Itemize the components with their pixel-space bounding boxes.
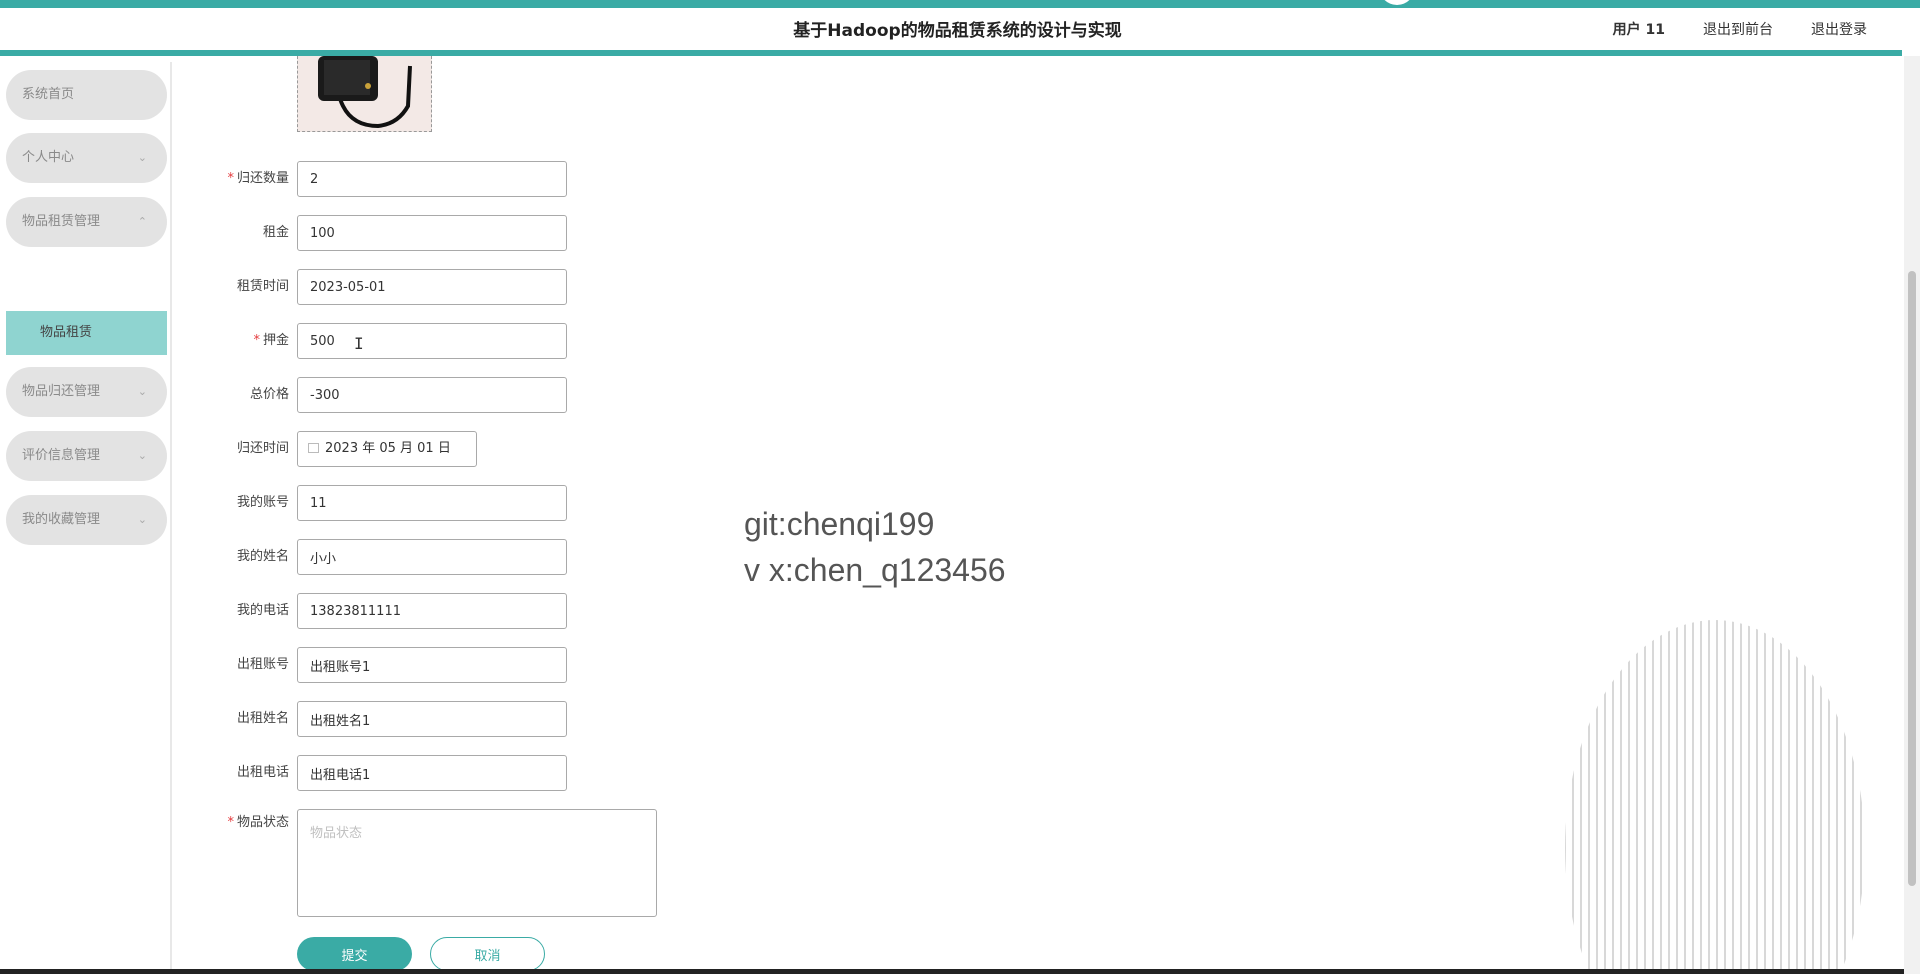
header-actions: 用户 11 退出到前台 退出登录 [1613,19,1867,39]
sidebar-item-rental-management[interactable]: 物品租赁管理 ⌃ [6,197,167,247]
form-row-my-name: 我的姓名 [180,539,780,575]
product-image[interactable] [297,56,432,132]
field-label: * 押金 [253,333,289,348]
field-label: 出租电话 [236,765,289,780]
return-quantity-input[interactable] [297,161,567,197]
field-label: * 物品状态 [227,815,289,830]
sidebar-item-label: 我的收藏管理 [22,512,101,527]
top-accent-strip [0,0,1920,8]
form-row-my-phone: 我的电话 [180,593,780,629]
field-label: 总价格 [249,387,289,402]
calendar-icon [308,443,319,453]
chevron-down-icon: ⌄ [137,449,147,462]
scrollbar-thumb[interactable] [1908,271,1916,886]
header: 基于Hadoop的物品租赁系统的设计与实现 用户 11 退出到前台 退出登录 [0,8,1902,56]
watermark-text: git:chenqi199 v x:chen_q123456 [744,501,1006,593]
logout-link[interactable]: 退出登录 [1811,19,1867,39]
field-label: 出租姓名 [236,711,289,726]
rent-input[interactable] [297,215,567,251]
user-name: 用户 11 [1612,22,1665,38]
form-row-deposit: * 押金 [180,323,780,359]
sidebar-item-review-management[interactable]: 评价信息管理 ⌄ [6,431,167,481]
chevron-up-icon: ⌃ [137,215,147,228]
sidebar-item-return-management[interactable]: 物品归还管理 ⌄ [6,367,167,417]
form-row-return-quantity: * 归还数量 [180,161,780,197]
vertical-scrollbar[interactable] [1904,56,1920,974]
sidebar-item-favorites-management[interactable]: 我的收藏管理 ⌄ [6,495,167,545]
sidebar-item-label: 评价信息管理 [22,448,101,463]
lender-name-input[interactable] [297,701,567,737]
sidebar-item-profile[interactable]: 个人中心 ⌄ [6,133,167,183]
form-row-return-time: 归还时间 2023 年 05 月 01 日 [180,431,780,467]
lender-phone-input[interactable] [297,755,567,791]
form-row-my-account: 我的账号 [180,485,780,521]
chevron-down-icon: ⌄ [137,385,147,398]
field-label: 租金 [262,225,289,240]
field-label: 归还时间 [236,441,289,456]
form-row-lender-phone: 出租电话 [180,755,780,791]
sidebar-item-home[interactable]: 系统首页 [6,70,167,120]
return-time-datepicker[interactable]: 2023 年 05 月 01 日 [297,431,477,467]
total-price-input[interactable] [297,377,567,413]
field-label: 我的账号 [236,495,289,510]
field-label: 出租账号 [236,657,289,672]
sidebar-item-label: 系统首页 [22,87,75,102]
sidebar: 系统首页 个人中心 ⌄ 物品租赁管理 ⌃ 物品租赁 物品归还管理 ⌄ 评价信息管… [0,62,172,974]
cancel-button[interactable]: 取消 [430,937,545,971]
form-row-rent: 租金 [180,215,780,251]
sidebar-item-label: 物品归还管理 [22,384,101,399]
item-status-textarea[interactable] [297,809,657,917]
form-row-rental-time: 租赁时间 [180,269,780,305]
form-row-item-status: * 物品状态 [180,809,780,917]
my-name-input[interactable] [297,539,567,575]
sidebar-item-label: 物品租赁管理 [22,214,101,229]
field-label: 我的电话 [236,603,289,618]
field-label: * 归还数量 [227,171,289,186]
sidebar-item-label: 个人中心 [22,150,75,165]
text-cursor-icon: I [354,334,364,353]
rental-time-input[interactable] [297,269,567,305]
form-row-lender-name: 出租姓名 [180,701,780,737]
decorative-striped-circle [1565,620,1862,974]
form-row-lender-account: 出租账号 [180,647,780,683]
deposit-input[interactable] [297,323,567,359]
field-label: 我的姓名 [236,549,289,564]
front-link[interactable]: 退出到前台 [1703,19,1773,39]
bottom-bar [0,969,1904,974]
submit-button[interactable]: 提交 [297,937,412,971]
chevron-down-icon: ⌄ [137,151,147,164]
sidebar-subitem-rental[interactable]: 物品租赁 [6,311,167,355]
watermark-line: v x:chen_q123456 [744,552,1006,588]
field-label: 租赁时间 [236,279,289,294]
watermark-line: git:chenqi199 [744,506,935,542]
my-phone-input[interactable] [297,593,567,629]
lender-account-input[interactable] [297,647,567,683]
my-account-input[interactable] [297,485,567,521]
chevron-down-icon: ⌄ [137,513,147,526]
form-row-total-price: 总价格 [180,377,780,413]
